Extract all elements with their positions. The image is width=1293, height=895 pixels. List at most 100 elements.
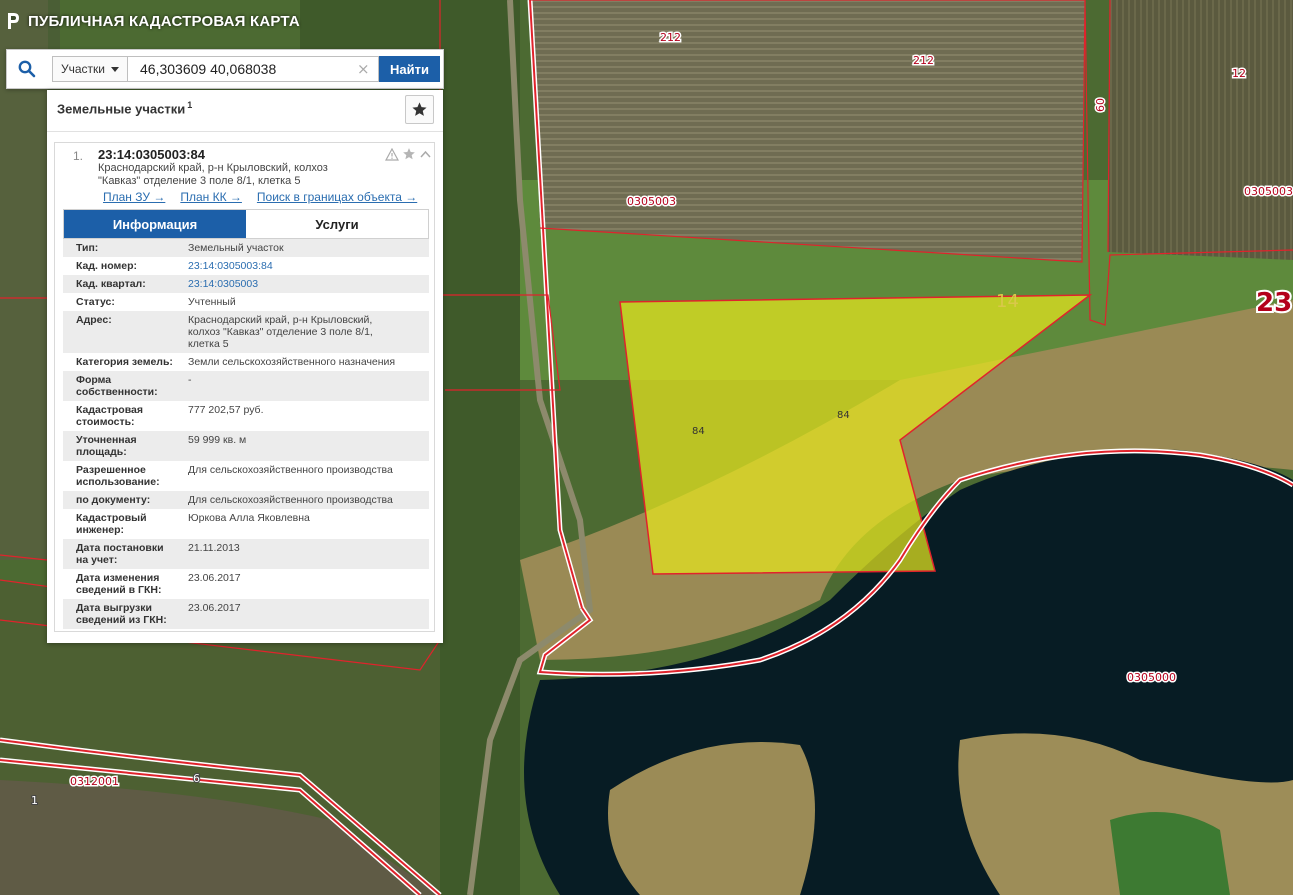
map-label-6: 6	[193, 772, 200, 785]
info-row-key: Кадастровая стоимость:	[63, 404, 183, 428]
info-row-value-line: 777 202,57 руб.	[188, 404, 264, 416]
panel-title-text: Земельные участки	[57, 101, 186, 117]
link-search-within[interactable]: Поиск в границах объекта →	[257, 190, 417, 204]
info-row-key-line: Адрес:	[76, 314, 112, 326]
result-cad-number[interactable]: 23:14:0305003:84	[98, 147, 205, 162]
plowed-field-212	[530, 0, 1085, 262]
info-row-key-line: сведений из ГКН:	[76, 614, 167, 626]
info-row-value-line[interactable]: 23:14:0305003:84	[188, 260, 427, 272]
info-row-value: Земельный участок	[183, 242, 427, 254]
search-type-select[interactable]: Участки	[52, 56, 128, 82]
map-label-12: 12	[1232, 67, 1246, 80]
info-row-key-line: Дата постановки	[76, 542, 164, 554]
info-row: Кадастровая стоимость: 777 202,57 руб.	[63, 401, 429, 431]
search-type-label: Участки	[61, 62, 105, 76]
info-row-value-line: 21.11.2013	[188, 542, 240, 554]
info-row-key: Уточненная площадь:	[63, 434, 183, 458]
link-plan-zu[interactable]: План ЗУ →	[103, 190, 165, 204]
star-icon[interactable]	[402, 147, 416, 161]
info-row-value-line: Земельный участок	[188, 242, 284, 254]
caret-down-icon	[111, 66, 119, 72]
search-input[interactable]	[128, 56, 379, 82]
info-row-key-line: по документу:	[76, 494, 151, 506]
info-row: Кад. квартал: 23:14:0305003	[63, 275, 429, 293]
result-address-line: "Кавказ" отделение 3 поле 8/1, клетка 5	[98, 174, 301, 187]
info-row-value-line[interactable]: 23:14:0305003	[188, 278, 427, 290]
search-button[interactable]	[7, 50, 47, 88]
info-row-value-line: Краснодарский край, р-н Крыловский,	[188, 314, 373, 326]
rosreestr-logo-icon	[8, 13, 19, 29]
map-label-60: 60	[1094, 98, 1107, 112]
info-row-value: 23.06.2017	[183, 602, 427, 626]
map-label-0305000: 0305000	[1127, 671, 1176, 684]
info-row-value-line: 23.06.2017	[188, 602, 241, 614]
info-row: Форма собственности: -	[63, 371, 429, 401]
info-row-key-line: Дата изменения	[76, 572, 160, 584]
info-row-value: Юркова Алла Яковлевна	[183, 512, 427, 536]
map-label-212a: 212	[660, 31, 681, 44]
info-row-key: Кад. номер:	[63, 260, 183, 272]
info-row: Тип: Земельный участок	[63, 239, 429, 257]
info-table: Тип: Земельный участок Кад. номер: 23:14:03…	[63, 239, 429, 629]
info-row-value: Учтенный	[183, 296, 427, 308]
search-icon	[18, 60, 36, 78]
info-row-value: 777 202,57 руб.	[183, 404, 427, 428]
result-count: 1	[187, 100, 193, 110]
info-row-key: Дата выгрузки сведений из ГКН:	[63, 602, 183, 626]
info-row-key: Кадастровый инженер:	[63, 512, 183, 536]
info-row-key: Статус:	[63, 296, 183, 308]
map-label-84a: 84	[692, 426, 705, 437]
map-label-0305003b: 0305003	[1244, 185, 1293, 198]
info-row-value: 23.06.2017	[183, 572, 427, 596]
info-row-key: Адрес:	[63, 314, 183, 350]
info-row-key: Тип:	[63, 242, 183, 254]
favorites-button[interactable]	[405, 95, 434, 124]
info-row-key-line: использование:	[76, 476, 160, 488]
search-bar: Участки × Найти	[6, 49, 444, 89]
info-row-value-line: 59 999 кв. м	[188, 434, 247, 446]
info-row: Разрешенное использование: Для сельскохозя…	[63, 461, 429, 491]
panel-header: Земельные участки 1	[47, 90, 443, 132]
warning-icon[interactable]	[385, 147, 399, 161]
info-row-value-line: Юркова Алла Яковлевна	[188, 512, 310, 524]
info-row-key-line: Тип:	[76, 242, 99, 254]
info-row-key-line: Кад. номер:	[76, 260, 138, 272]
info-row: Дата изменения сведений в ГКН: 23.06.2017	[63, 569, 429, 599]
info-row-value: Для сельскохозяйственного производства	[183, 464, 427, 488]
info-row-key-line: Категория земель:	[76, 356, 173, 368]
chevron-up-icon[interactable]	[419, 148, 432, 161]
info-row-key-line: Дата выгрузки	[76, 602, 152, 614]
info-row-key-line: сведений в ГКН:	[76, 584, 162, 596]
map-label-0312001: 0312001	[70, 775, 119, 788]
info-row: по документу: Для сельскохозяйственного п…	[63, 491, 429, 509]
info-row-key-line: Кад. квартал:	[76, 278, 146, 290]
info-row-value-line: колхоз "Кавказ" отделение 3 поле 8/1,	[188, 326, 373, 338]
info-row-key-line: собственности:	[76, 386, 158, 398]
clear-icon[interactable]: ×	[357, 60, 370, 78]
info-row-key-line: на учет:	[76, 554, 118, 566]
info-row-key-line: Кадастровый	[76, 512, 147, 524]
star-icon	[412, 102, 427, 116]
info-row: Дата постановки на учет: 21.11.2013	[63, 539, 429, 569]
tab-information[interactable]: Информация	[64, 210, 246, 238]
result-index: 1.	[73, 149, 84, 163]
map-label-0305003a: 0305003	[627, 195, 676, 208]
link-plan-kk[interactable]: План КК →	[180, 190, 242, 204]
tab-services[interactable]: Услуги	[246, 210, 428, 238]
info-row-value[interactable]: 23:14:0305003	[183, 278, 427, 290]
info-row-key-line: Разрешенное	[76, 464, 146, 476]
info-row: Дата выгрузки сведений из ГКН: 23.06.2017	[63, 599, 429, 629]
result-address: Краснодарский край, р-н Крыловский, колх…	[98, 162, 358, 187]
info-row-value-line: 23.06.2017	[188, 572, 241, 584]
info-row: Кадастровый инженер: Юркова Алла Яковлевна	[63, 509, 429, 539]
info-row-value: 21.11.2013	[183, 542, 427, 566]
info-row-value[interactable]: 23:14:0305003:84	[183, 260, 427, 272]
info-row-value-line: Для сельскохозяйственного производства	[188, 494, 393, 506]
find-button[interactable]: Найти	[379, 56, 440, 82]
info-row-value-line: Для сельскохозяйственного производства	[188, 464, 393, 476]
info-row-value: 59 999 кв. м	[183, 434, 427, 458]
info-row-key-line: стоимость:	[76, 416, 135, 428]
info-row-value: -	[183, 374, 427, 398]
card-actions	[385, 147, 432, 161]
result-card[interactable]: 1. 23:14:0305003:84 Краснодарский край, …	[54, 142, 435, 632]
